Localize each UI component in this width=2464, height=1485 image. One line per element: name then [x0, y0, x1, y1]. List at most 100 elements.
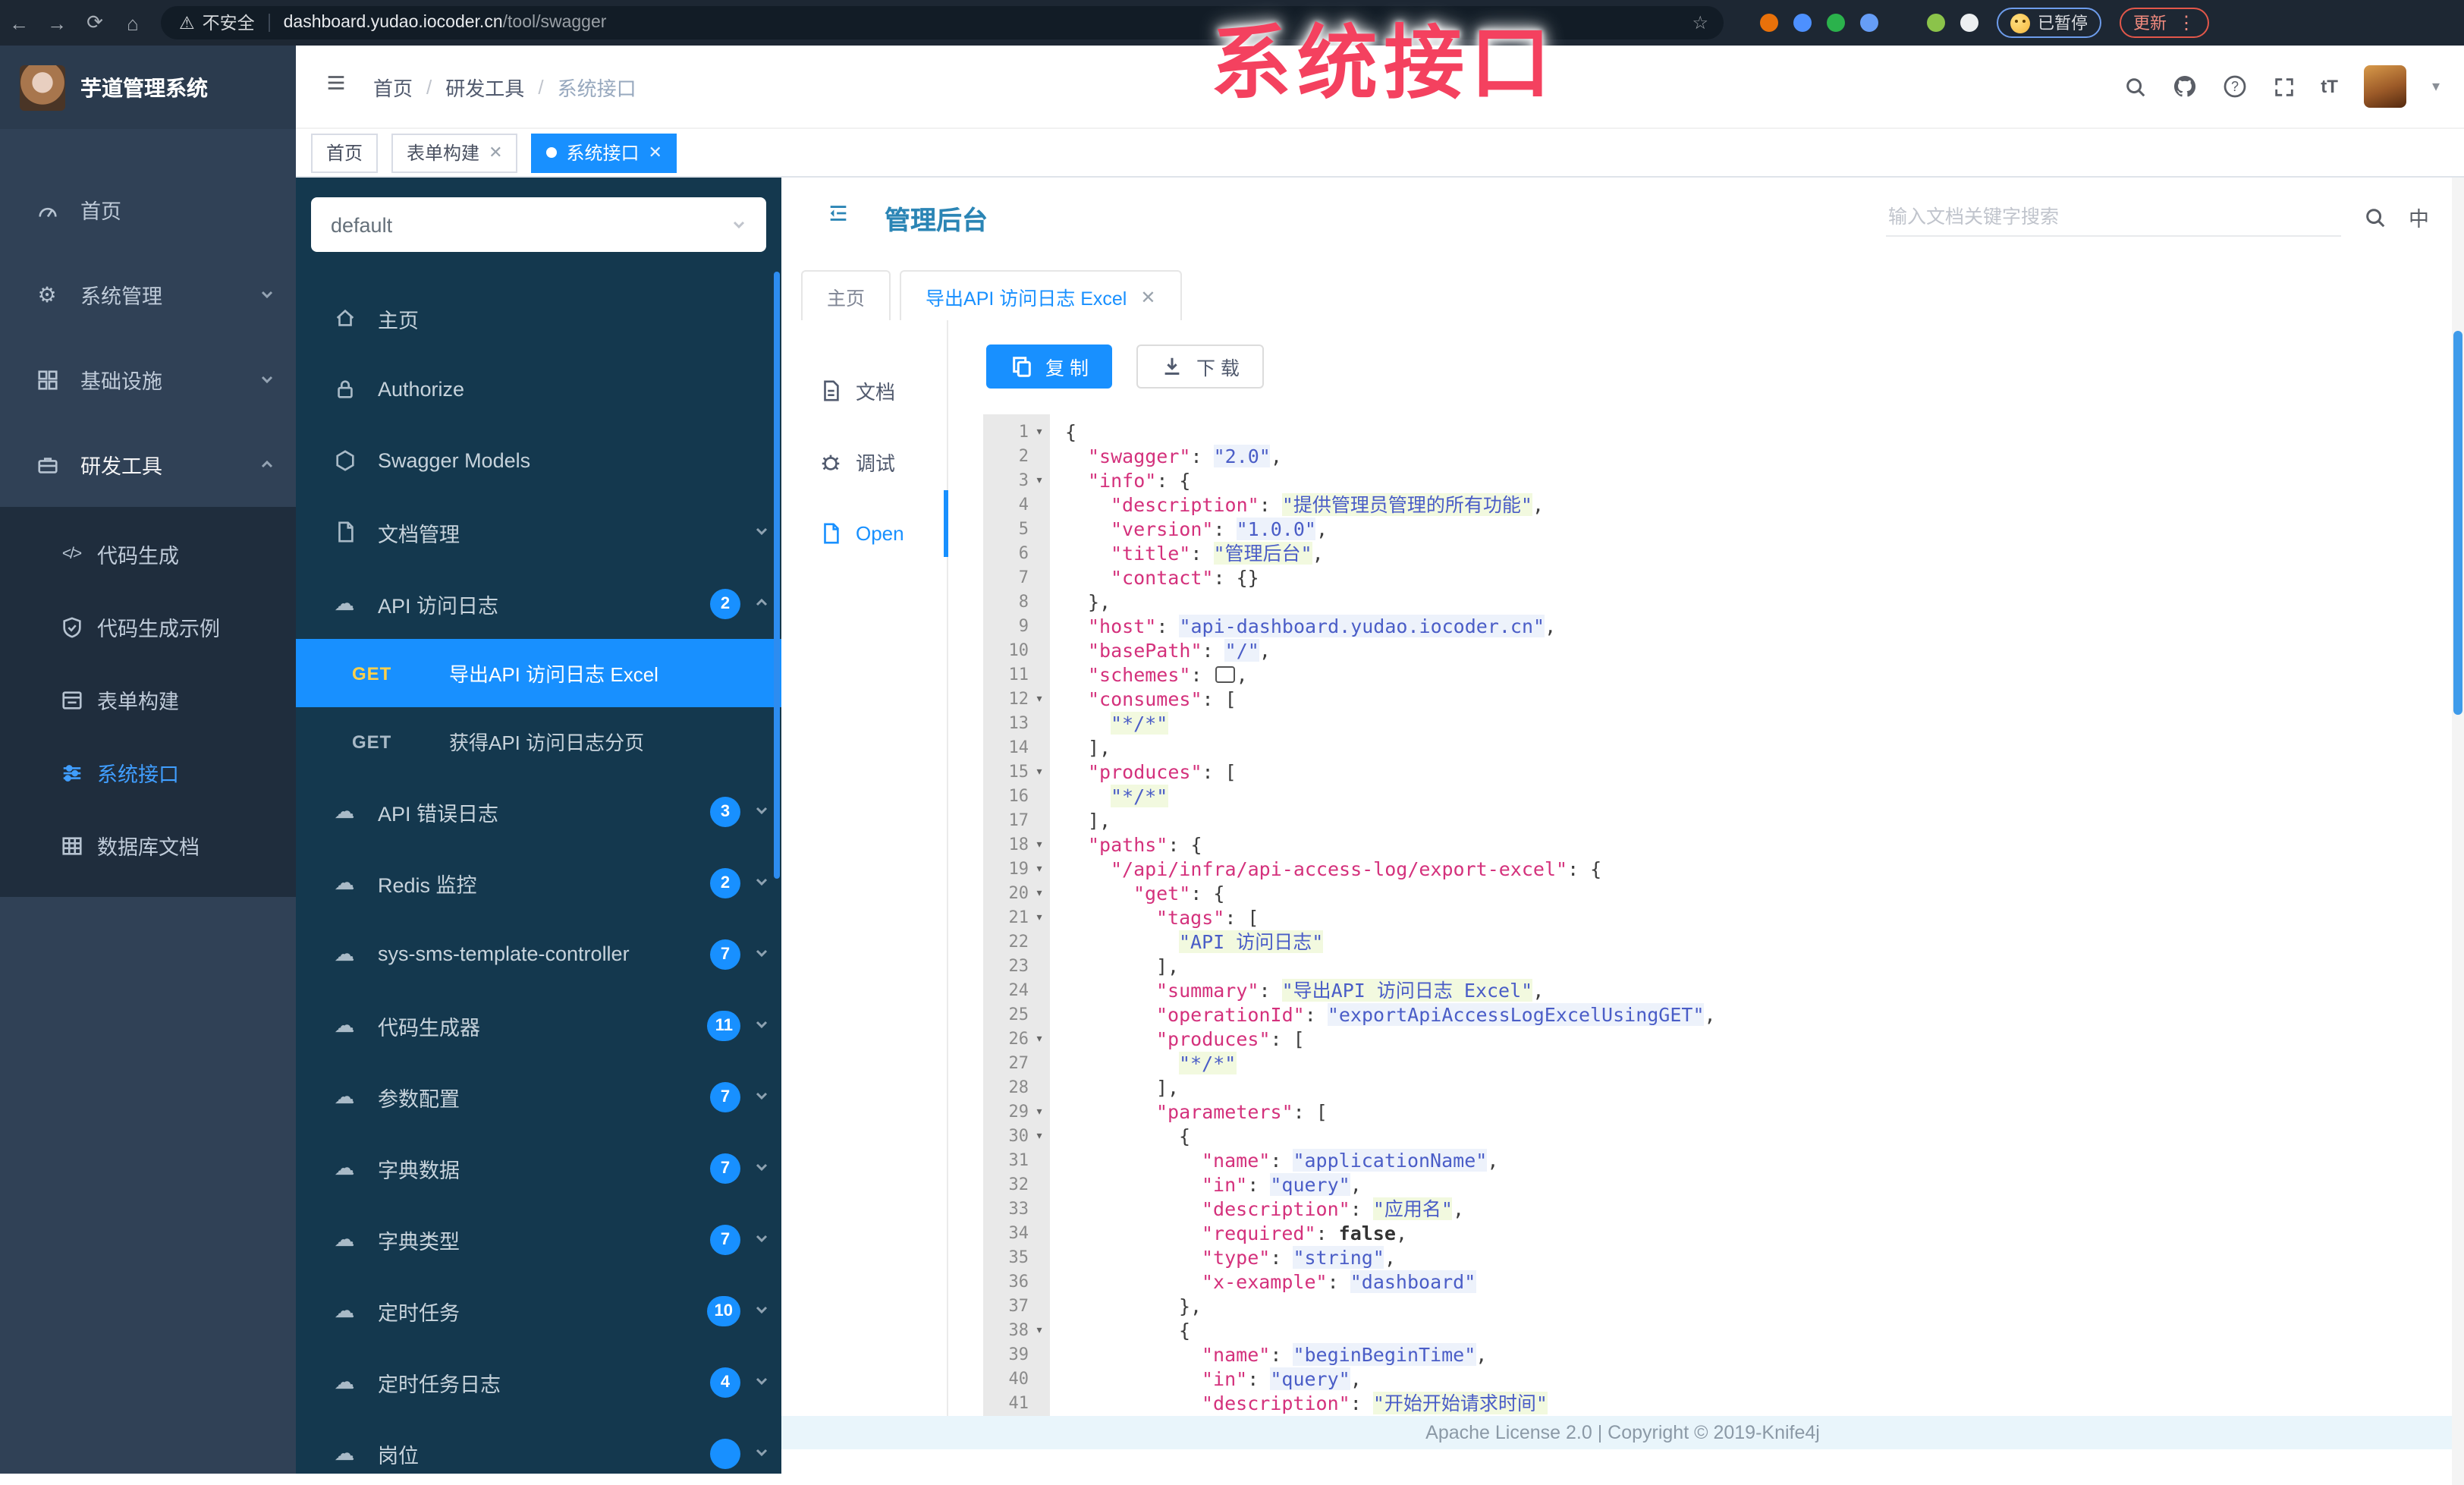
hamburger-icon[interactable]	[325, 71, 347, 102]
copy-button[interactable]: 复 制	[986, 345, 1113, 389]
language-toggle[interactable]: 中	[2409, 202, 2429, 232]
extension-ghost-icon[interactable]	[1960, 14, 1978, 32]
extension-grid-icon[interactable]	[1860, 14, 1878, 32]
api-group[interactable]: ☁ 代码生成器 11	[296, 989, 781, 1061]
extension-leaf-icon[interactable]	[1927, 14, 1945, 32]
api-group[interactable]: ☁ Redis 监控 2	[296, 847, 781, 918]
api-operation[interactable]: GET 获得API 访问日志分页	[296, 707, 781, 776]
content-tab[interactable]: 导出API 访问日志 Excel ✕	[900, 270, 1182, 323]
content-tab[interactable]: 主页	[801, 270, 891, 322]
extension-location-icon[interactable]	[1793, 14, 1812, 32]
doc-tab-open[interactable]: Open	[781, 511, 947, 554]
logo[interactable]: 芋道管理系统	[0, 46, 296, 129]
breadcrumb-item[interactable]: 首页	[373, 72, 413, 101]
fold-toggle-icon[interactable]: ▾	[1029, 882, 1050, 906]
fold-toggle-icon[interactable]: ▾	[1029, 1027, 1050, 1052]
fullscreen-icon[interactable]	[2272, 75, 2295, 98]
extension-green-badge-icon[interactable]	[1894, 14, 1912, 32]
extension-green-ring-icon[interactable]	[1827, 14, 1845, 32]
sidebar-subitem[interactable]: 系统接口	[0, 736, 296, 809]
doc-search-input[interactable]	[1885, 198, 2340, 236]
code-editor[interactable]: 1 ▾{2 "swagger": "2.0", 3 ▾ "info": {4 "descri…	[983, 414, 2429, 1416]
swagger-menu-item[interactable]: Authorize	[296, 354, 781, 425]
sidebar-subitem[interactable]: 代码生成示例	[0, 590, 296, 663]
fold-toggle-icon[interactable]: ▾	[1029, 857, 1050, 882]
user-avatar[interactable]	[2363, 65, 2406, 108]
breadcrumb-item[interactable]: 研发工具	[445, 72, 524, 101]
extension-orange-icon[interactable]	[1760, 14, 1778, 32]
swagger-menu-item[interactable]: 主页	[296, 282, 781, 354]
fold-toggle-icon[interactable]: ▾	[1029, 1100, 1050, 1125]
page-scrollbar-track[interactable]	[2452, 178, 2464, 1485]
browser-menu-icon[interactable]: ⋮	[2177, 12, 2195, 33]
page-tab[interactable]: 首页	[311, 133, 379, 172]
security-chip[interactable]: ⚠ 不安全	[179, 11, 255, 35]
line-number: 14	[1008, 738, 1029, 757]
close-icon[interactable]: ✕	[489, 143, 502, 162]
help-icon[interactable]: ?	[2222, 74, 2246, 99]
count-badge: 7	[710, 939, 740, 969]
api-group[interactable]: ☁ 定时任务 10	[296, 1275, 781, 1346]
download-button[interactable]: 下 载	[1136, 345, 1264, 389]
api-group[interactable]: ☁ sys-sms-template-controller 7	[296, 918, 781, 989]
header-search-icon[interactable]	[2123, 75, 2146, 98]
api-group[interactable]: ☁ API 错误日志 3	[296, 776, 781, 847]
api-group[interactable]: ☁ 岗位	[296, 1417, 781, 1474]
paused-pill[interactable]: 已暂停	[1997, 8, 2101, 38]
footer: Apache License 2.0 | Copyright © 2019-Kn…	[781, 1416, 2464, 1449]
avatar-caret-icon[interactable]: ▾	[2432, 78, 2440, 95]
fold-toggle-icon	[1029, 1076, 1050, 1100]
sidebar-item[interactable]: 研发工具	[0, 422, 296, 507]
sidebar-item[interactable]: 基础设施	[0, 337, 296, 422]
code-line: 32 "in": "query",	[983, 1173, 2429, 1197]
close-icon[interactable]: ✕	[1140, 286, 1155, 307]
fold-toggle-icon[interactable]: ▾	[1029, 1125, 1050, 1149]
fold-toggle-icon[interactable]: ▾	[1029, 760, 1050, 785]
api-operation[interactable]: GET 导出API 访问日志 Excel	[296, 639, 781, 707]
api-group[interactable]: ☁ 字典类型 7	[296, 1203, 781, 1275]
page-tab[interactable]: 表单构建 ✕	[391, 133, 518, 172]
line-number: 28	[1008, 1078, 1029, 1097]
close-icon[interactable]: ✕	[649, 143, 662, 162]
sidebar-subitem[interactable]: 表单构建	[0, 663, 296, 736]
api-group[interactable]: ☁ 字典数据 7	[296, 1132, 781, 1203]
doc-search-icon[interactable]	[2363, 206, 2386, 228]
reload-icon[interactable]: ⟳	[76, 11, 114, 35]
api-group[interactable]: ☁ 定时任务日志 4	[296, 1346, 781, 1417]
address-bar[interactable]: ⚠ 不安全 dashboard.yudao.iocoder.cn/tool/sw…	[161, 6, 1724, 39]
fold-toggle-icon[interactable]: ▾	[1029, 833, 1050, 857]
home-icon[interactable]: ⌂	[114, 11, 152, 34]
group-select[interactable]: default	[311, 197, 766, 252]
code-line: 40 "in": "query",	[983, 1367, 2429, 1392]
fold-toggle-icon[interactable]: ▾	[1029, 687, 1050, 712]
swagger-menu-item[interactable]: 文档管理	[296, 496, 781, 568]
swagger-scrollbar-thumb[interactable]	[774, 272, 780, 879]
swagger-menu-item[interactable]: Swagger Models	[296, 425, 781, 496]
api-group[interactable]: ☁ 参数配置 7	[296, 1061, 781, 1132]
fold-toggle-icon[interactable]: ▾	[1029, 469, 1050, 493]
collapsed-array[interactable]	[1215, 666, 1235, 683]
fold-toggle-icon[interactable]: ▾	[1029, 420, 1050, 445]
doc-tab-调试[interactable]: 调试	[781, 440, 947, 483]
api-group[interactable]: ☁ API 访问日志 2	[296, 568, 781, 639]
sidebar-item[interactable]: ⚙ 系统管理	[0, 252, 296, 337]
page-tab[interactable]: 系统接口 ✕	[531, 133, 677, 172]
forward-icon[interactable]: →	[38, 11, 76, 34]
bookmark-star-icon[interactable]: ☆	[1692, 12, 1708, 33]
sidebar-subitem[interactable]: </> 代码生成	[0, 518, 296, 590]
collapse-menu-icon[interactable]	[827, 202, 850, 232]
update-pill[interactable]: 更新 ⋮	[2120, 8, 2209, 38]
line-number: 11	[1008, 665, 1029, 684]
doc-tab-文档[interactable]: 文档	[781, 369, 947, 411]
font-size-icon[interactable]: tT	[2321, 76, 2338, 97]
fold-toggle-icon[interactable]: ▾	[1029, 1319, 1050, 1343]
sidebar-item[interactable]: 首页	[0, 167, 296, 252]
fold-toggle-icon[interactable]: ▾	[1029, 906, 1050, 930]
count-badge: 7	[710, 1153, 740, 1183]
code-line: 12 ▾ "consumes": [	[983, 687, 2429, 712]
back-icon[interactable]: ←	[0, 11, 38, 34]
sidebar-subitem[interactable]: 数据库文档	[0, 809, 296, 882]
cloud-icon: ☁	[334, 1084, 355, 1107]
github-icon[interactable]	[2172, 74, 2196, 99]
page-scrollbar-thumb[interactable]	[2453, 331, 2462, 715]
